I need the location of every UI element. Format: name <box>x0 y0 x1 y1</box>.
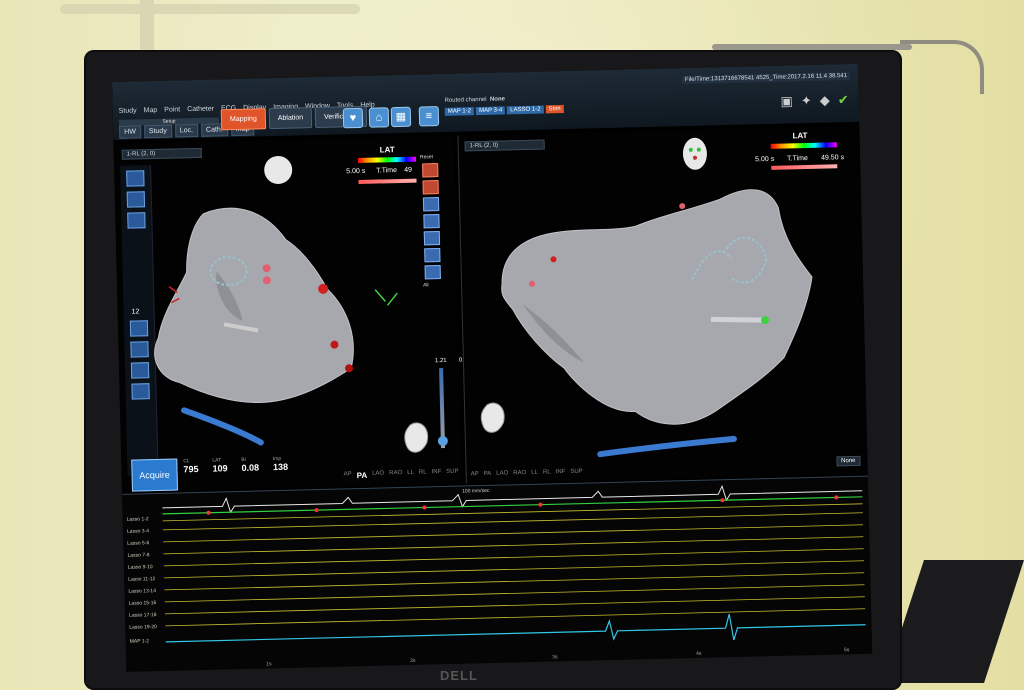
menu-map[interactable]: Map <box>144 107 158 114</box>
channel-button-map12[interactable]: MAP 1-2 <box>444 107 475 116</box>
iv-hook <box>900 40 984 94</box>
time-mark: 3s <box>552 654 558 661</box>
view-ap-right[interactable]: AP <box>471 471 479 477</box>
view-ap-left[interactable]: AP <box>344 471 352 480</box>
time-mark: 2s <box>410 657 416 664</box>
screen: File/Time:1313716678541 4525_Time:2017.2… <box>112 63 873 672</box>
heart-model-right[interactable] <box>458 126 868 484</box>
time-mark: 1s <box>266 661 272 668</box>
readout-lat: LAT 109 <box>212 457 228 474</box>
time-mark: 5s <box>844 647 850 654</box>
view-rao-left[interactable]: RAO <box>389 470 402 479</box>
file-time-info: File/Time:1313716678541 4525_Time:2017.2… <box>681 71 851 85</box>
ablation-button[interactable]: Ablation <box>268 107 313 130</box>
ecg-panel: 100 mm/sec Lasso 1-2 Lasso 3-4 Lasso 5-6… <box>122 475 873 672</box>
view-sup-right[interactable]: SUP <box>570 469 582 475</box>
time-mark: 4s <box>696 650 702 657</box>
acquire-button[interactable]: Acquire <box>131 458 179 492</box>
channel-button-map34[interactable]: MAP 3-4 <box>475 106 506 116</box>
channel-button-stim[interactable]: Stim <box>545 104 564 114</box>
routed-channel-box: Routed channel None MAP 1-2 MAP 3-4 LASS… <box>444 95 565 126</box>
view-pa-right[interactable]: PA <box>484 471 492 477</box>
layout-toolbar-icon[interactable]: ▦ <box>390 106 412 128</box>
readout-bi: Bi 0.08 <box>241 456 260 473</box>
mapping-button[interactable]: Mapping <box>220 108 267 131</box>
tab-loc[interactable]: Loc. <box>174 123 199 138</box>
view-ll-left[interactable]: LL <box>407 470 414 479</box>
routed-channel-value: None <box>489 96 506 103</box>
menu-point[interactable]: Point <box>164 106 180 113</box>
tab-study[interactable]: Study <box>143 124 172 139</box>
iv-pole-arm <box>60 4 360 14</box>
settings-status-icon[interactable]: ✦ <box>801 93 812 109</box>
heart-model-left[interactable] <box>114 136 462 492</box>
checkmark-status-icon[interactable]: ✔ <box>838 92 849 108</box>
report-toolbar-icon[interactable]: ≡ <box>418 106 440 127</box>
map-viewport-left[interactable]: 1-RL (2, 0) LAT 5.00 s T.Time 49 12 Rese… <box>113 135 471 492</box>
view-lao-right[interactable]: LAO <box>496 470 508 476</box>
view-sup-left[interactable]: SUP <box>446 469 459 478</box>
view-inf-right[interactable]: INF <box>556 469 566 475</box>
menu-catheter[interactable]: Catheter <box>187 106 214 114</box>
view-rl-right[interactable]: RL <box>543 469 551 475</box>
menu-study[interactable]: Study <box>119 107 137 114</box>
channel-button-lasso12[interactable]: LASSO 1-2 <box>507 105 544 115</box>
readout-imp: Imp 138 <box>272 455 289 473</box>
view-rl-left[interactable]: RL <box>419 469 427 478</box>
routed-channel-label: Routed channel <box>444 96 487 104</box>
home-toolbar-icon[interactable]: ⌂ <box>368 107 390 128</box>
view-inf-left[interactable]: INF <box>431 469 441 478</box>
view-lao-left[interactable]: LAO <box>372 470 384 479</box>
heart-toolbar-icon[interactable]: ♥ <box>342 107 364 129</box>
ecg-traces <box>162 484 866 643</box>
view-ll-right[interactable]: LL <box>531 470 538 476</box>
status-icons: ▣ ✦ ◆ ✔ <box>780 92 848 110</box>
signal-status-icon[interactable]: ◆ <box>820 92 830 108</box>
readout-cl: CL 795 <box>183 458 199 475</box>
point-readouts: CL 795 LAT 109 Bi 0.08 Imp 138 <box>183 455 289 475</box>
map-viewport-right[interactable]: 1-RL (2, 0) LAT 5.00 s T.Time 49.50 s AP… <box>457 125 869 484</box>
overlay-dropdown-right[interactable]: None <box>836 455 861 467</box>
view-pa-left[interactable]: PA <box>357 471 368 480</box>
monitor-brand-logo: DELL <box>440 668 478 683</box>
tab-hw[interactable]: HW <box>119 125 142 139</box>
display-status-icon[interactable]: ▣ <box>780 93 793 109</box>
view-rao-right[interactable]: RAO <box>513 470 526 476</box>
